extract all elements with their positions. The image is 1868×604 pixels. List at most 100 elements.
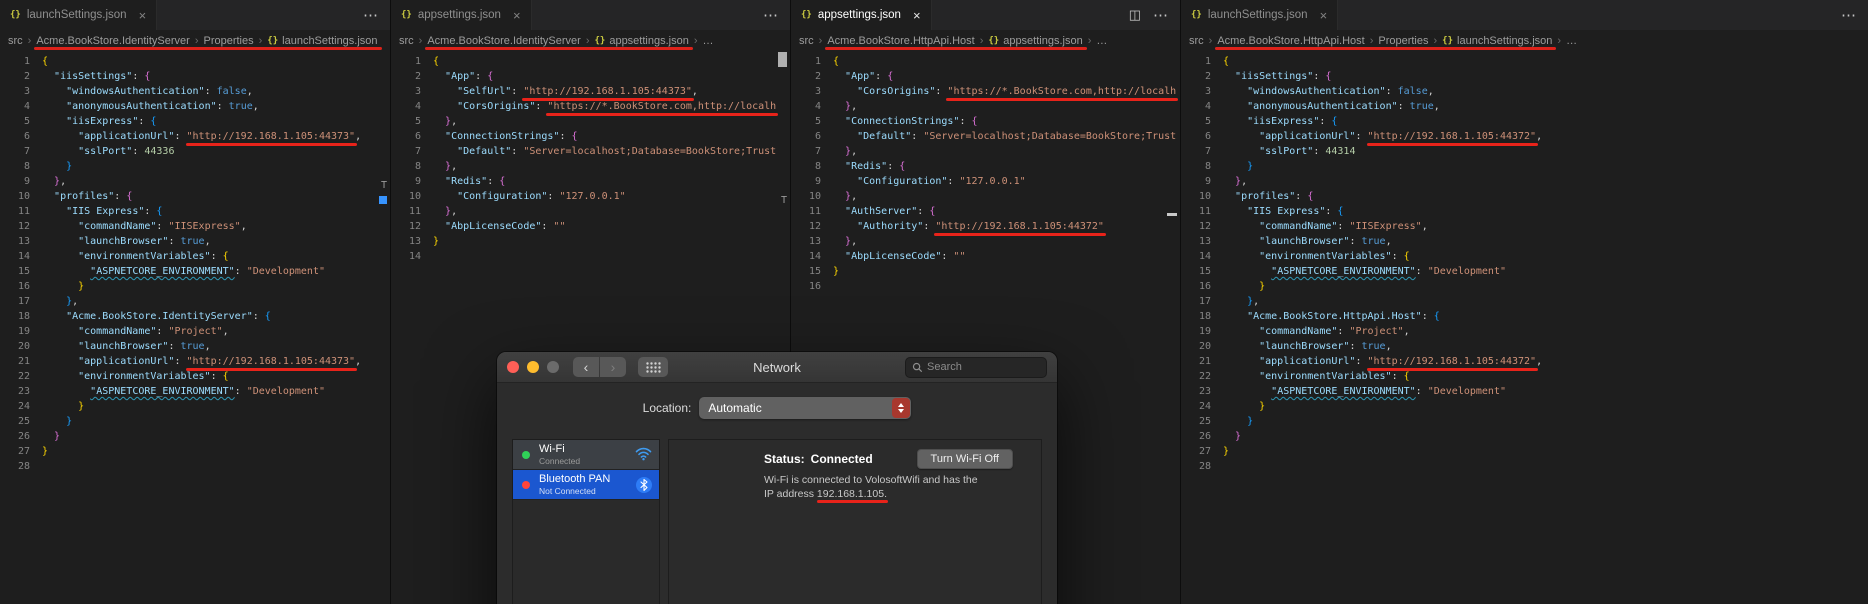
line-number: 3	[23, 86, 30, 97]
code-line: 13 "launchBrowser": true,	[0, 234, 390, 249]
close-tab-icon[interactable]: ×	[513, 8, 521, 23]
line-number: 2	[23, 71, 30, 82]
code-line: 6 "applicationUrl": "http://192.168.1.10…	[0, 129, 390, 146]
code-text: "AuthServer": {	[845, 206, 936, 217]
code-line: 27}	[1181, 444, 1868, 459]
code-line: 24 }	[1181, 399, 1868, 414]
code-text: "launchBrowser": true,	[78, 341, 211, 352]
search-field[interactable]: Search	[905, 356, 1047, 378]
breadcrumb-item[interactable]: Acme.BookStore.HttpApi.Host	[827, 35, 974, 47]
breadcrumb-more[interactable]: …	[1566, 35, 1577, 47]
tab-appsettings.json[interactable]: {} appsettings.json ×	[791, 0, 932, 30]
line-number: 22	[1198, 371, 1211, 382]
code-line: 8 }	[1181, 159, 1868, 174]
window-titlebar[interactable]: ‹ › Network Search	[497, 352, 1057, 383]
line-number: 25	[1198, 416, 1211, 427]
close-tab-icon[interactable]: ×	[139, 8, 147, 23]
traffic-lights	[507, 361, 559, 373]
code-line: 5 },	[391, 114, 790, 129]
line-number: 6	[1204, 131, 1211, 142]
line-number: 3	[814, 86, 821, 97]
tab-launchSettings.json[interactable]: {} launchSettings.json ×	[1181, 0, 1339, 30]
breadcrumb-file[interactable]: launchSettings.json	[282, 35, 377, 47]
code-text: "commandName": "IISExpress",	[1259, 221, 1428, 232]
breadcrumb-root[interactable]: src	[1189, 35, 1204, 47]
breadcrumb-root[interactable]: src	[799, 35, 814, 47]
tab-bar: {} appsettings.json × ◫ ⋯	[791, 0, 1180, 30]
dropdown-caret-icon	[892, 398, 911, 418]
tab-launchSettings.json[interactable]: {} launchSettings.json ×	[0, 0, 158, 30]
split-editor-icon[interactable]: ◫	[1129, 7, 1141, 23]
breadcrumb-file[interactable]: appsettings.json	[609, 35, 689, 47]
close-window-button[interactable]	[507, 361, 519, 373]
line-number: 19	[1198, 326, 1211, 337]
service-row-bluetooth-pan[interactable]: Bluetooth PAN Not Connected	[513, 470, 659, 500]
line-number: 17	[1198, 296, 1211, 307]
breadcrumb-item[interactable]: Acme.BookStore.HttpApi.Host	[1217, 35, 1364, 47]
breadcrumb-root[interactable]: src	[399, 35, 414, 47]
breadcrumb-root[interactable]: src	[8, 35, 23, 47]
tab-actions: ⋯	[751, 0, 790, 30]
status-label: Status:	[764, 452, 805, 466]
service-row-wi-fi[interactable]: Wi-Fi Connected	[513, 440, 659, 470]
code-line: 3 "CorsOrigins": "https://*.BookStore.co…	[791, 84, 1180, 101]
line-number: 8	[1204, 161, 1211, 172]
breadcrumb-item[interactable]: Acme.BookStore.IdentityServer	[427, 35, 580, 47]
code-editor[interactable]: 1{2 "iisSettings": {3 "windowsAuthentica…	[0, 52, 390, 474]
tab-actions: ⋯	[1829, 0, 1868, 30]
turn-wifi-off-button[interactable]: Turn Wi-Fi Off	[916, 449, 1013, 469]
code-text: "anonymousAuthentication": true,	[1247, 101, 1440, 112]
code-text: }	[1235, 431, 1242, 442]
code-editor[interactable]: 1{2 "App": {3 "CorsOrigins": "https://*.…	[791, 52, 1180, 294]
breadcrumb-file[interactable]: launchSettings.json	[1457, 35, 1552, 47]
breadcrumb-more[interactable]: …	[1096, 35, 1107, 47]
tab-bar: {} launchSettings.json × ⋯	[0, 0, 390, 30]
line-number: 19	[17, 326, 30, 337]
code-text: "Acme.BookStore.HttpApi.Host": {	[1247, 311, 1440, 322]
breadcrumb-item[interactable]: Acme.BookStore.IdentityServer	[36, 35, 189, 47]
line-number: 15	[1198, 266, 1211, 277]
minimize-window-button[interactable]	[527, 361, 539, 373]
code-line: 22 "environmentVariables": {	[0, 369, 390, 384]
line-number: 10	[408, 191, 421, 202]
close-tab-icon[interactable]: ×	[913, 8, 921, 23]
code-line: 5 "iisExpress": {	[0, 114, 390, 129]
more-actions-icon[interactable]: ⋯	[1153, 6, 1168, 24]
tab-bar: {} appsettings.json × ⋯	[391, 0, 790, 30]
code-editor[interactable]: 1{2 "App": {3 "SelfUrl": "http://192.168…	[391, 52, 790, 264]
breadcrumb-item[interactable]: Properties	[203, 35, 253, 47]
code-editor[interactable]: 1{2 "iisSettings": {3 "windowsAuthentica…	[1181, 52, 1868, 474]
tab-appsettings.json[interactable]: {} appsettings.json ×	[391, 0, 532, 30]
breadcrumb-more[interactable]: …	[703, 35, 714, 47]
code-line: 27}	[0, 444, 390, 459]
code-text: "ASPNETCORE_ENVIRONMENT": "Development"	[90, 266, 325, 277]
line-number: 13	[17, 236, 30, 247]
line-number: 16	[17, 281, 30, 292]
zoom-window-button[interactable]	[547, 361, 559, 373]
code-text: "Redis": {	[845, 161, 906, 172]
line-number: 7	[414, 146, 421, 157]
line-number: 23	[1198, 386, 1211, 397]
status-dot	[522, 481, 530, 489]
line-number: 27	[17, 446, 30, 457]
more-actions-icon[interactable]: ⋯	[1841, 6, 1856, 24]
code-line: 2 "iisSettings": {	[0, 69, 390, 84]
line-number: 26	[17, 431, 30, 442]
tab-label: launchSettings.json	[26, 9, 127, 21]
breadcrumb-file[interactable]: appsettings.json	[1003, 35, 1083, 47]
code-line: 10 "profiles": {	[1181, 189, 1868, 204]
show-all-button[interactable]	[638, 357, 668, 377]
forward-button[interactable]: ›	[600, 357, 626, 377]
back-button[interactable]: ‹	[573, 357, 599, 377]
line-number: 1	[23, 56, 30, 67]
more-actions-icon[interactable]: ⋯	[363, 6, 378, 24]
close-tab-icon[interactable]: ×	[1320, 8, 1328, 23]
code-text: "IIS Express": {	[1247, 206, 1344, 217]
breadcrumb-item[interactable]: Properties	[1378, 35, 1428, 47]
location-dropdown[interactable]: Automatic	[699, 397, 912, 419]
code-text: "App": {	[445, 71, 494, 82]
code-text: "environmentVariables": {	[1259, 371, 1410, 382]
more-actions-icon[interactable]: ⋯	[763, 6, 778, 24]
